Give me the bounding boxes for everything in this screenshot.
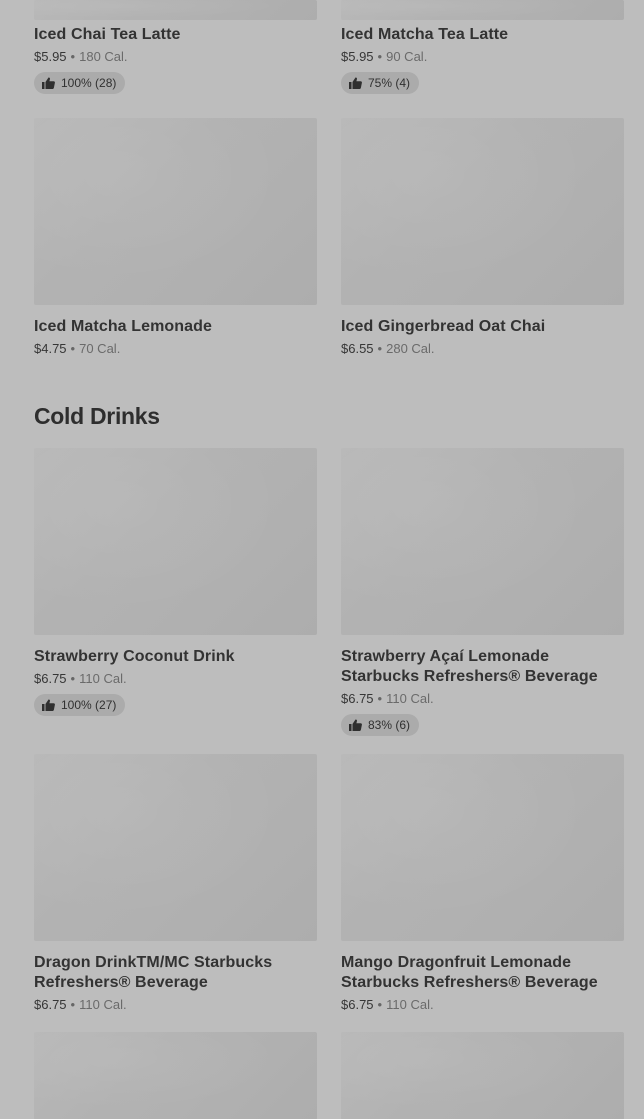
menu-item-card-dragon-drink[interactable]: Dragon DrinkTM/MC Starbucks Refreshers® … [34,754,317,1014]
thumbs-up-icon [42,77,55,89]
product-name-line-1[interactable]: Mango Dragonfruit Lemonade [341,954,571,971]
product-name[interactable]: Iced Gingerbread Oat Chai [341,317,624,337]
product-image[interactable] [341,1032,624,1119]
menu-item-card-strawberry-acai-lemonade[interactable]: Strawberry Açaí Lemonade Starbucks Refre… [341,448,624,736]
section-title-cold-drinks: Cold Drinks [34,403,160,429]
menu-page: Iced Chai Tea Latte $5.95 • 180 Cal. 100% … [0,0,644,1119]
menu-item-card-partial-left[interactable] [34,1032,317,1119]
separator-dot: • [70,49,76,64]
product-calories: 70 Cal. [79,341,121,356]
product-image[interactable] [34,754,317,941]
separator-dot: • [377,997,383,1012]
product-price-calories: $6.75 • 110 Cal. [341,996,624,1014]
product-price-calories: $6.75 • 110 Cal. [34,670,317,688]
product-price-calories: $4.75 • 70 Cal. [34,340,317,358]
menu-item-card-partial-right[interactable] [341,1032,624,1119]
menu-item-card-mango-dragonfruit-lemonade[interactable]: Mango Dragonfruit Lemonade Starbucks Ref… [341,754,624,1014]
menu-item-card-iced-matcha-tea-latte[interactable]: Iced Matcha Tea Latte $5.95 • 90 Cal. 75% … [341,0,624,94]
product-name-line-1[interactable]: Dragon DrinkTM/MC Starbucks [34,954,272,971]
product-price: $4.75 [34,341,67,356]
product-name[interactable]: Strawberry Coconut Drink [34,647,317,667]
product-name[interactable]: Strawberry Açaí Lemonade Starbucks Refre… [341,647,624,687]
product-name[interactable]: Iced Chai Tea Latte [34,25,317,45]
menu-item-card-iced-matcha-lemonade[interactable]: Iced Matcha Lemonade $4.75 • 70 Cal. [34,118,317,358]
product-price-calories: $6.55 • 280 Cal. [341,340,624,358]
product-price: $5.95 [34,49,67,64]
separator-dot: • [70,997,76,1012]
product-price-calories: $6.75 • 110 Cal. [341,690,624,708]
product-image[interactable] [34,0,317,20]
product-name-line-2[interactable]: Starbucks Refreshers® Beverage [341,974,598,991]
product-price: $6.75 [34,671,67,686]
separator-dot: • [377,49,383,64]
product-price-calories: $5.95 • 90 Cal. [341,48,624,66]
product-image[interactable] [34,118,317,305]
product-price: $6.75 [34,997,67,1012]
rating-text: 100% (28) [61,76,117,90]
product-price: $6.75 [341,997,374,1012]
product-calories: 110 Cal. [386,997,434,1012]
product-calories: 280 Cal. [386,341,435,356]
rating-text: 100% (27) [61,698,117,712]
product-image[interactable] [341,118,624,305]
product-image[interactable] [34,448,317,635]
product-name[interactable]: Iced Matcha Tea Latte [341,25,624,45]
thumbs-up-icon [42,699,55,711]
rating-text: 75% (4) [368,76,411,90]
rating-badge: 100% (27) [34,694,126,716]
product-name-line-1[interactable]: Strawberry Açaí Lemonade [341,648,549,665]
menu-item-card-strawberry-coconut-drink[interactable]: Strawberry Coconut Drink $6.75 • 110 Cal. … [34,448,317,716]
product-name[interactable]: Mango Dragonfruit Lemonade Starbucks Ref… [341,953,624,993]
product-image[interactable] [34,1032,317,1119]
menu-item-card-iced-gingerbread-oat-chai[interactable]: Iced Gingerbread Oat Chai $6.55 • 280 Cal. [341,118,624,358]
product-name-line-2[interactable]: Refreshers® Beverage [34,974,208,991]
product-calories: 90 Cal. [386,49,428,64]
product-price: $6.75 [341,691,374,706]
separator-dot: • [70,341,76,356]
thumbs-up-icon [349,719,362,731]
product-image[interactable] [341,0,624,20]
rating-text: 83% (6) [368,718,411,732]
product-calories: 110 Cal. [386,691,434,706]
product-name-line-2[interactable]: Starbucks Refreshers® Beverage [341,668,598,685]
product-image[interactable] [341,754,624,941]
product-price: $6.55 [341,341,374,356]
product-image[interactable] [341,448,624,635]
separator-dot: • [377,341,383,356]
product-calories: 180 Cal. [79,49,128,64]
menu-item-card-iced-chai-tea-latte[interactable]: Iced Chai Tea Latte $5.95 • 180 Cal. 100% … [34,0,317,94]
product-calories: 110 Cal. [79,671,127,686]
rating-badge: 75% (4) [341,72,420,94]
product-name[interactable]: Dragon DrinkTM/MC Starbucks Refreshers® … [34,953,317,993]
product-price-calories: $6.75 • 110 Cal. [34,996,317,1014]
rating-badge: 100% (28) [34,72,126,94]
product-price-calories: $5.95 • 180 Cal. [34,48,317,66]
product-price: $5.95 [341,49,374,64]
product-name[interactable]: Iced Matcha Lemonade [34,317,317,337]
thumbs-up-icon [349,77,362,89]
separator-dot: • [377,691,383,706]
separator-dot: • [70,671,76,686]
rating-badge: 83% (6) [341,714,420,736]
product-calories: 110 Cal. [79,997,127,1012]
